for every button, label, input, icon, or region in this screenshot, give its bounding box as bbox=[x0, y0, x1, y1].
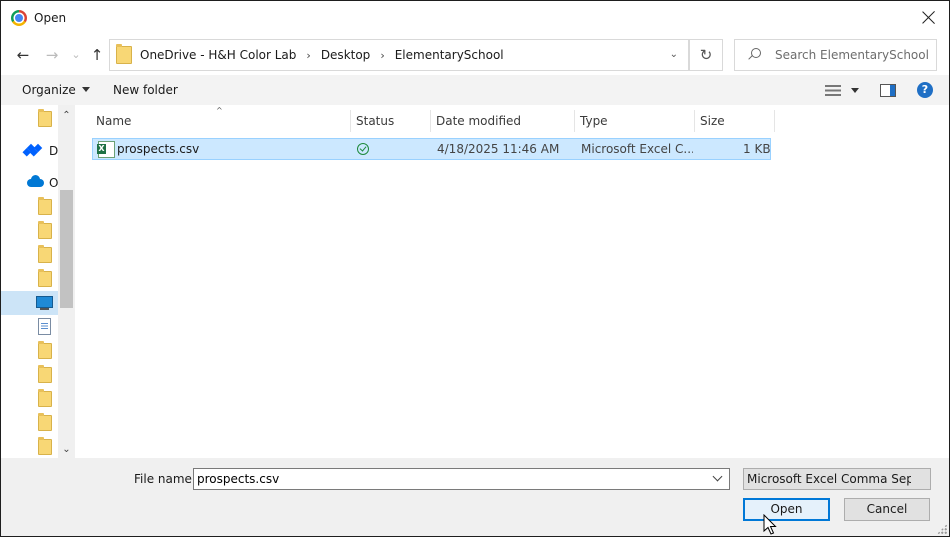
sidebar-item-folder[interactable] bbox=[1, 195, 58, 219]
sidebar-item-folder[interactable] bbox=[1, 435, 58, 459]
command-bar: Organize New folder ? bbox=[1, 75, 949, 105]
sidebar-item-folder[interactable] bbox=[1, 363, 58, 387]
file-type-select[interactable]: Microsoft Excel Comma Separated Values F… bbox=[743, 468, 931, 490]
file-row[interactable]: prospects.csv 4/18/2025 11:46 AM Microso… bbox=[92, 138, 771, 160]
folder-icon bbox=[38, 245, 52, 263]
breadcrumb-onedrive[interactable]: OneDrive - H&H Color Lab bbox=[140, 40, 296, 70]
file-name-label: File name: bbox=[134, 472, 196, 486]
sidebar-item-folder[interactable] bbox=[1, 267, 58, 291]
folder-icon bbox=[38, 437, 52, 455]
sidebar-item-label: D bbox=[49, 144, 59, 158]
excel-csv-file-icon bbox=[97, 141, 115, 158]
caret-down-icon bbox=[81, 87, 90, 92]
window-title: Open bbox=[34, 11, 67, 25]
change-view-icon[interactable] bbox=[825, 85, 841, 96]
back-arrow-icon[interactable]: ← bbox=[12, 44, 34, 66]
scroll-down-icon[interactable]: ⌄ bbox=[58, 441, 75, 458]
folder-icon bbox=[38, 365, 52, 383]
navigation-scrollbar[interactable]: ⌃ ⌄ bbox=[58, 105, 75, 458]
up-arrow-icon[interactable]: ↑ bbox=[86, 44, 108, 66]
chrome-icon bbox=[11, 10, 27, 26]
forward-arrow-icon[interactable]: → bbox=[41, 44, 63, 66]
file-type-value: Microsoft Excel Comma Separated Values F… bbox=[747, 472, 911, 486]
resize-grip[interactable] bbox=[937, 524, 947, 534]
sidebar-item-folder[interactable] bbox=[1, 107, 58, 131]
organize-label: Organize bbox=[22, 83, 76, 97]
breadcrumb-separator-icon[interactable]: › bbox=[380, 41, 384, 71]
folder-icon bbox=[38, 341, 52, 359]
search-box[interactable]: Search ElementarySchool bbox=[734, 39, 937, 71]
scrollbar-thumb[interactable] bbox=[60, 190, 73, 308]
open-button[interactable]: Open bbox=[743, 498, 830, 521]
breadcrumb-elementaryschool[interactable]: ElementarySchool bbox=[395, 40, 504, 70]
sidebar-item-document[interactable] bbox=[1, 315, 58, 339]
sync-status-ok-icon bbox=[357, 143, 369, 155]
file-type: Microsoft Excel C... bbox=[581, 142, 693, 156]
sidebar-item-dropbox[interactable]: D bbox=[1, 139, 58, 163]
folder-icon bbox=[38, 197, 52, 215]
recent-locations-chevron-icon[interactable]: ⌄ bbox=[65, 44, 87, 66]
column-header-status[interactable]: Status bbox=[351, 110, 431, 132]
navigation-bar: ← → ⌄ ↑ OneDrive - H&H Color Lab › Desktop… bbox=[1, 35, 949, 75]
sidebar-item-desktop[interactable] bbox=[1, 291, 58, 315]
folder-icon bbox=[38, 109, 52, 127]
refresh-button[interactable]: ↻ bbox=[689, 39, 723, 71]
file-name-dropdown-icon[interactable] bbox=[711, 471, 725, 486]
open-file-dialog: Open ← → ⌄ ↑ OneDrive - H&H Color Lab › De… bbox=[0, 0, 950, 537]
organize-menu[interactable]: Organize bbox=[22, 75, 90, 105]
cancel-button[interactable]: Cancel bbox=[844, 498, 930, 521]
navigation-pane: D O ⌃ ⌄ bbox=[1, 105, 75, 458]
folder-icon bbox=[38, 389, 52, 407]
dialog-footer: File name: Microsoft Excel Comma Separat… bbox=[1, 458, 949, 536]
title-bar: Open bbox=[1, 1, 949, 35]
help-icon[interactable]: ? bbox=[917, 82, 933, 98]
folder-icon bbox=[38, 221, 52, 239]
onedrive-cloud-icon bbox=[27, 175, 44, 187]
column-header-type[interactable]: Type bbox=[575, 110, 695, 132]
scroll-up-icon[interactable]: ⌃ bbox=[58, 107, 75, 124]
folder-icon bbox=[38, 413, 52, 431]
new-folder-button[interactable]: New folder bbox=[113, 75, 178, 105]
search-icon bbox=[751, 48, 761, 58]
sidebar-item-folder[interactable] bbox=[1, 411, 58, 435]
file-name-input[interactable] bbox=[197, 469, 697, 489]
document-icon bbox=[38, 318, 51, 335]
breadcrumb: OneDrive - H&H Color Lab › Desktop › Element… bbox=[140, 40, 504, 70]
file-date-modified: 4/18/2025 11:46 AM bbox=[437, 142, 560, 156]
chevron-down-icon bbox=[712, 471, 723, 482]
close-icon[interactable] bbox=[917, 6, 941, 30]
sidebar-item-onedrive[interactable]: O bbox=[1, 171, 58, 195]
sidebar-item-folder[interactable] bbox=[1, 339, 58, 363]
column-header-date-modified[interactable]: Date modified bbox=[431, 110, 575, 132]
dropbox-icon bbox=[28, 145, 42, 157]
file-name-combobox[interactable] bbox=[193, 468, 730, 490]
desktop-icon bbox=[36, 296, 53, 310]
file-size: 1 KB bbox=[743, 142, 771, 156]
view-options-caret-icon[interactable] bbox=[851, 88, 859, 93]
breadcrumb-desktop[interactable]: Desktop bbox=[321, 40, 371, 70]
file-list: ^ Name Status Date modified Type Size pr… bbox=[75, 105, 949, 458]
mouse-pointer-icon bbox=[763, 514, 777, 535]
folder-icon bbox=[116, 44, 132, 64]
breadcrumb-separator-icon[interactable]: › bbox=[306, 41, 310, 71]
sidebar-item-folder[interactable] bbox=[1, 387, 58, 411]
refresh-icon: ↻ bbox=[699, 46, 713, 64]
sidebar-item-folder[interactable] bbox=[1, 219, 58, 243]
preview-pane-icon[interactable] bbox=[880, 84, 896, 97]
file-name: prospects.csv bbox=[117, 142, 200, 156]
column-header-name[interactable]: Name bbox=[91, 110, 351, 132]
column-header-size[interactable]: Size bbox=[695, 110, 775, 132]
address-bar[interactable]: OneDrive - H&H Color Lab › Desktop › Element… bbox=[109, 39, 689, 71]
folder-icon bbox=[38, 269, 52, 287]
address-dropdown-chevron-icon[interactable]: ⌄ bbox=[670, 40, 678, 70]
sidebar-item-folder[interactable] bbox=[1, 243, 58, 267]
search-input[interactable]: Search ElementarySchool bbox=[775, 40, 929, 70]
